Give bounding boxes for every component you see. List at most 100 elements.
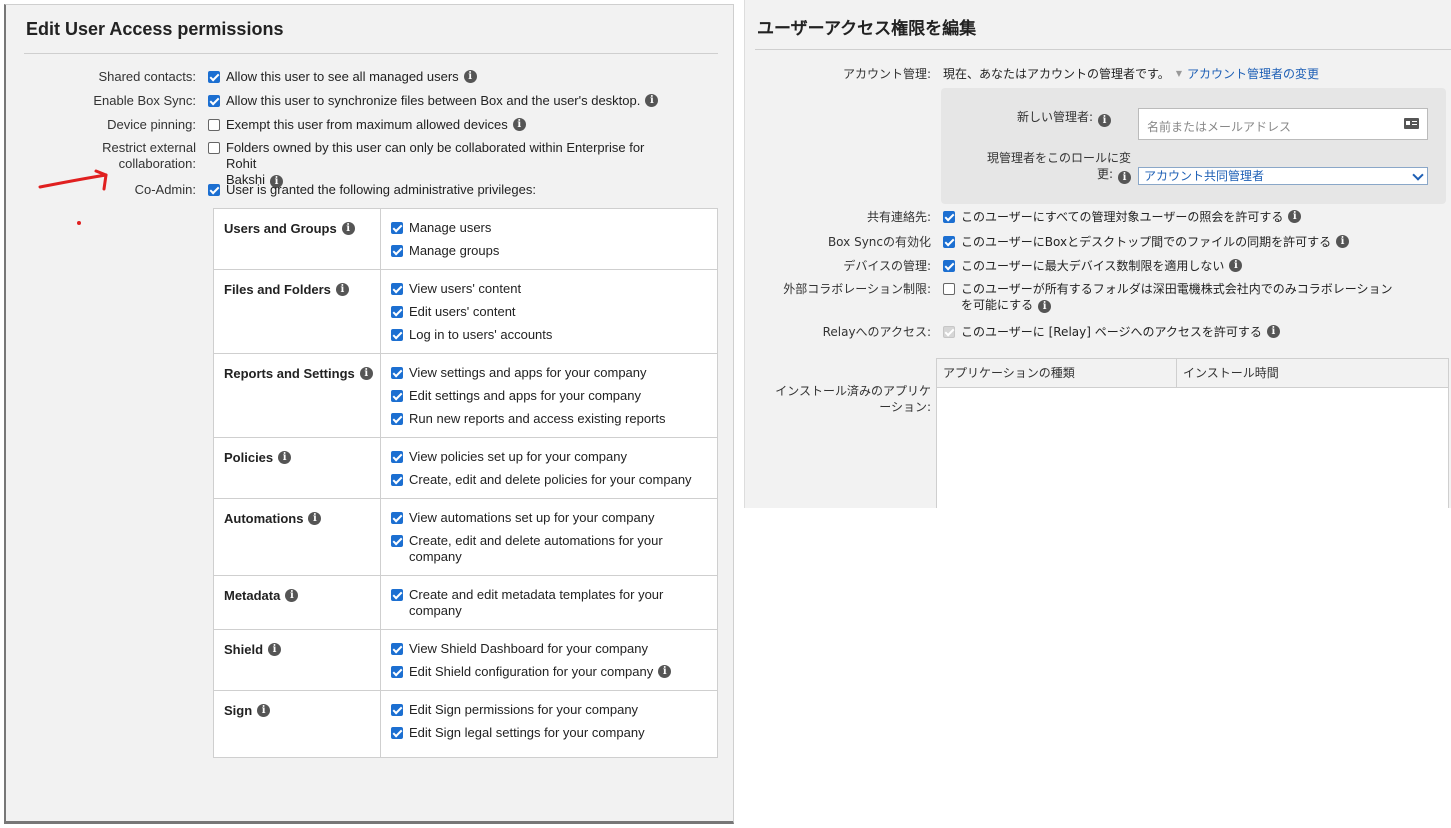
privilege-label: Manage groups [409, 243, 500, 258]
box-sync-text-ja: このユーザーにBoxとデスクトップ間でのファイルの同期を許可する [961, 235, 1332, 249]
privilege-checkbox[interactable] [391, 367, 403, 379]
info-icon[interactable]: i [341, 222, 355, 235]
external-collab-checkbox-ja[interactable] [943, 283, 955, 295]
privilege-item[interactable]: View automations set up for your company [391, 510, 709, 526]
privilege-checkbox[interactable] [391, 245, 403, 257]
info-icon[interactable]: i [645, 94, 659, 107]
new-admin-input[interactable]: 名前またはメールアドレス [1138, 108, 1428, 140]
info-icon[interactable]: i [1336, 235, 1350, 248]
privilege-category: Sign i [214, 691, 381, 757]
device-mgmt-checkbox-ja[interactable] [943, 260, 955, 272]
info-icon[interactable]: i [335, 283, 349, 296]
privilege-category: Automations i [214, 499, 381, 575]
privilege-item[interactable]: Manage groups [391, 243, 709, 259]
restrict-collab-text-line1: Folders owned by this user can only be c… [226, 140, 645, 171]
privilege-item[interactable]: Create and edit metadata templates for y… [391, 587, 709, 619]
privilege-checkbox[interactable] [391, 451, 403, 463]
device-mgmt-setting-ja: このユーザーに最大デバイス数制限を適用しない i [943, 258, 1243, 274]
privilege-item[interactable]: View policies set up for your company [391, 449, 709, 465]
privilege-item[interactable]: Create, edit and delete automations for … [391, 533, 709, 565]
info-icon[interactable]: i [268, 643, 282, 656]
privilege-item[interactable]: Edit settings and apps for your company [391, 388, 709, 404]
column-header-app-type[interactable]: アプリケーションの種類 [937, 359, 1177, 387]
privilege-checkbox[interactable] [391, 666, 403, 678]
privilege-item[interactable]: Create, edit and delete policies for you… [391, 472, 709, 488]
category-label: Shield [224, 642, 264, 657]
privilege-checkbox[interactable] [391, 413, 403, 425]
privilege-item[interactable]: Manage users [391, 220, 709, 236]
info-icon[interactable]: i [257, 704, 271, 717]
info-icon[interactable]: i [1229, 259, 1243, 272]
box-sync-checkbox-ja[interactable] [943, 236, 955, 248]
privilege-checkbox[interactable] [391, 589, 403, 601]
shared-contacts-label-ja: 共有連絡先: [866, 210, 931, 224]
restrict-collab-checkbox[interactable] [208, 142, 220, 154]
privilege-checkbox[interactable] [391, 329, 403, 341]
privilege-item[interactable]: Edit users' content [391, 304, 709, 320]
co-admin-checkbox[interactable] [208, 184, 220, 196]
info-icon[interactable]: i [285, 589, 299, 602]
privilege-checkbox[interactable] [391, 727, 403, 739]
new-admin-label: 新しい管理者: i [941, 109, 1111, 127]
info-icon[interactable]: i [1098, 114, 1111, 127]
contact-card-icon[interactable] [1404, 118, 1419, 129]
privilege-checkbox[interactable] [391, 704, 403, 716]
category-label: Reports and Settings [224, 366, 355, 381]
privilege-row-policies: Policies i View policies set up for your … [214, 437, 717, 498]
apps-table-header: アプリケーションの種類 インストール時間 [937, 359, 1448, 388]
privilege-category: Shield i [214, 630, 381, 690]
privilege-item[interactable]: View users' content [391, 281, 709, 297]
privilege-label: Create and edit metadata templates for y… [409, 587, 664, 618]
shared-contacts-checkbox-ja[interactable] [943, 211, 955, 223]
change-admin-link[interactable]: アカウント管理者の変更 [1187, 66, 1319, 82]
privilege-items: View policies set up for your company Cr… [381, 438, 717, 498]
privilege-items: Create and edit metadata templates for y… [381, 576, 717, 629]
privilege-item[interactable]: Edit Sign permissions for your company [391, 702, 709, 718]
privilege-category: Reports and Settings i [214, 354, 381, 437]
privilege-category: Metadata i [214, 576, 381, 629]
privilege-checkbox[interactable] [391, 222, 403, 234]
category-label: Metadata [224, 588, 281, 603]
privilege-checkbox[interactable] [391, 474, 403, 486]
role-select[interactable]: アカウント共同管理者 [1138, 167, 1428, 185]
privilege-item[interactable]: View Shield Dashboard for your company [391, 641, 709, 657]
external-collab-label-ja: 外部コラボレーション制限: [783, 282, 931, 296]
privilege-row-users-groups: Users and Groups i Manage users Manage gr… [214, 209, 717, 269]
info-icon[interactable]: i [1266, 325, 1280, 338]
privilege-checkbox[interactable] [391, 283, 403, 295]
info-icon[interactable]: i [308, 512, 322, 525]
box-sync-text: Allow this user to synchronize files bet… [226, 93, 641, 108]
privilege-checkbox[interactable] [391, 306, 403, 318]
privilege-checkbox[interactable] [391, 535, 403, 547]
privilege-item[interactable]: Edit Sign legal settings for your compan… [391, 725, 709, 741]
box-sync-checkbox[interactable] [208, 95, 220, 107]
privileges-table: Users and Groups i Manage users Manage gr… [213, 208, 718, 758]
shared-contacts-setting-ja: このユーザーにすべての管理対象ユーザーの照会を許可する i [943, 209, 1302, 225]
privilege-label: Edit settings and apps for your company [409, 388, 641, 403]
column-header-install-time[interactable]: インストール時間 [1177, 359, 1279, 387]
device-mgmt-label-ja: デバイスの管理: [843, 259, 931, 273]
privilege-row-automations: Automations i View automations set up for… [214, 498, 717, 575]
privilege-item[interactable]: Run new reports and access existing repo… [391, 411, 709, 427]
privilege-category: Policies i [214, 438, 381, 498]
privilege-item[interactable]: View settings and apps for your company [391, 365, 709, 381]
privilege-item[interactable]: Edit Shield configuration for your compa… [391, 664, 709, 680]
info-icon[interactable]: i [359, 367, 373, 380]
shared-contacts-checkbox[interactable] [208, 71, 220, 83]
info-icon[interactable]: i [512, 118, 526, 131]
privilege-row-files-folders: Files and Folders i View users' content E… [214, 269, 717, 353]
privilege-item[interactable]: Log in to users' accounts [391, 327, 709, 343]
privilege-items: View users' content Edit users' content … [381, 270, 717, 353]
device-pinning-checkbox[interactable] [208, 119, 220, 131]
info-icon[interactable]: i [1118, 171, 1131, 184]
relay-access-setting-ja: このユーザーに [Relay] ページへのアクセスを許可する i [943, 324, 1280, 340]
info-icon[interactable]: i [1288, 210, 1302, 223]
privilege-checkbox[interactable] [391, 643, 403, 655]
chevron-down-icon [1412, 169, 1424, 181]
info-icon[interactable]: i [658, 665, 672, 678]
info-icon[interactable]: i [1038, 300, 1052, 313]
privilege-checkbox[interactable] [391, 512, 403, 524]
privilege-checkbox[interactable] [391, 390, 403, 402]
info-icon[interactable]: i [278, 451, 292, 464]
info-icon[interactable]: i [463, 70, 477, 83]
